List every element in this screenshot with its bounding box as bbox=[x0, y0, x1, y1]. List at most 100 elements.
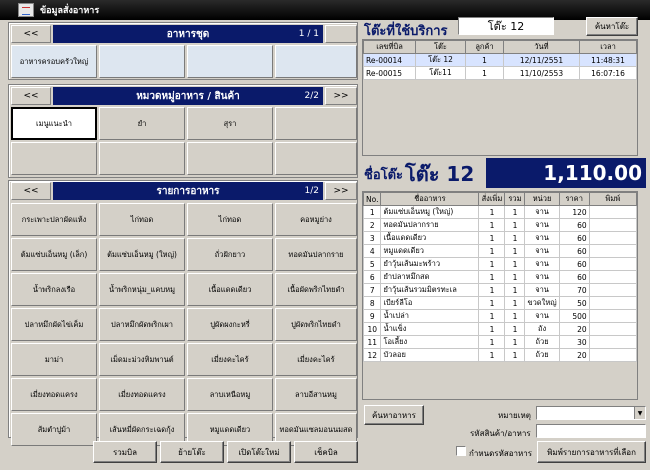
set-menu-item[interactable] bbox=[275, 45, 357, 78]
order-cell bbox=[588, 244, 638, 258]
food-item-button[interactable]: คอหมูย่าง bbox=[275, 203, 357, 236]
food-item-button[interactable]: ต้มแซ่บเอ็นหมู (เล็ก) bbox=[11, 238, 97, 271]
order-row[interactable]: 2 ทอดมันปลากราย 1 1 จาน 60 bbox=[362, 218, 638, 232]
order-row[interactable]: 10 น้ำแข็ง 1 1 ถัง 20 bbox=[362, 322, 638, 336]
category-item[interactable] bbox=[275, 142, 357, 175]
table-search-input[interactable]: โต๊ะ 12 bbox=[458, 17, 554, 35]
food-item-button[interactable]: ทอดมันปลากราย bbox=[275, 238, 357, 271]
search-food-button[interactable]: ค้นหาอาหาร bbox=[364, 405, 424, 425]
move-table-button[interactable]: ย้ายโต๊ะ bbox=[160, 441, 224, 463]
food-item-button[interactable]: ถั่วฝักยาว bbox=[187, 238, 273, 271]
order-row[interactable]: 5 ยำวุ้นเส้นมะพร้าว 1 1 จาน 60 bbox=[362, 257, 638, 271]
order-row[interactable]: 1 ต้มแซ่บเอ็นหมู (ใหญ่) 1 1 จาน 120 bbox=[362, 205, 638, 219]
order-row[interactable]: 7 ยำวุ้นเส้นรวมมิตรทะเล 1 1 จาน 70 bbox=[362, 283, 638, 297]
order-table: No. ชื่ออาหาร สั่งเพิ่ม รวม หน่วย ราคา พ… bbox=[362, 192, 638, 362]
col-price[interactable]: ราคา bbox=[558, 192, 590, 206]
category-next-button[interactable]: >> bbox=[325, 87, 357, 105]
order-cell: 1 bbox=[504, 348, 526, 362]
order-row[interactable]: 8 เบียร์ลีโอ 1 1 ขวดใหญ่ 50 bbox=[362, 296, 638, 310]
order-row[interactable]: 6 ยำปลาหมึกสด 1 1 จาน 60 bbox=[362, 270, 638, 284]
set-menu-next-button[interactable] bbox=[325, 25, 357, 43]
food-item-button[interactable]: กระเพาะปลาผัดแห้ง bbox=[11, 203, 97, 236]
code-input[interactable] bbox=[536, 424, 646, 438]
col-table[interactable]: โต๊ะ bbox=[415, 40, 466, 54]
food-item-button[interactable]: น้ำพริกลงเรือ bbox=[11, 273, 97, 306]
open-table-button[interactable]: เปิดโต๊ะใหม่ bbox=[227, 441, 291, 463]
category-item[interactable]: ยำ bbox=[99, 107, 185, 140]
merge-bill-button[interactable]: รวมบิล bbox=[93, 441, 157, 463]
food-item-button[interactable]: ส้มตำปูม้า bbox=[11, 413, 97, 446]
table-row[interactable]: Re-00014 โต๊ะ 12 1 12/11/2551 11:48:31 bbox=[363, 53, 637, 67]
cell: 11/10/2553 bbox=[503, 66, 580, 80]
category-item[interactable]: สุรา bbox=[187, 107, 273, 140]
print-selected-button[interactable]: พิมพ์รายการอาหารที่เลือก bbox=[537, 441, 646, 463]
order-cell: 3 bbox=[362, 231, 382, 245]
chevron-down-icon[interactable]: ▼ bbox=[634, 407, 645, 419]
note-select[interactable]: ▼ bbox=[536, 406, 646, 420]
category-item[interactable]: เมนูแนะนำ bbox=[11, 107, 97, 140]
order-cell bbox=[588, 335, 638, 349]
order-row[interactable]: 3 เนื้อแดดเดียว 1 1 จาน 60 bbox=[362, 231, 638, 245]
food-item-button[interactable]: ปูผัดพริกไทยดำ bbox=[275, 308, 357, 341]
order-cell: ขวดใหญ่ bbox=[524, 296, 560, 310]
set-menu-item[interactable]: อาหารครอบครัวใหญ่ bbox=[11, 45, 97, 78]
col-food-name[interactable]: ชื่ออาหาร bbox=[380, 192, 480, 206]
food-item-button[interactable]: น้ำพริกหนุ่ม_แคบหมู bbox=[99, 273, 185, 306]
order-cell: จาน bbox=[524, 257, 560, 271]
col-add-qty[interactable]: สั่งเพิ่ม bbox=[478, 192, 506, 206]
search-table-button[interactable]: ค้นหาโต๊ะ bbox=[586, 17, 638, 36]
cell: 1 bbox=[465, 66, 504, 80]
food-item-button[interactable]: ปลาหมึกผัดไข่เค็ม bbox=[11, 308, 97, 341]
food-item-button[interactable]: เนื้อผัดพริกไทยดำ bbox=[275, 273, 357, 306]
order-cell: 60 bbox=[558, 257, 590, 271]
set-menu-prev-button[interactable]: << bbox=[11, 25, 51, 43]
code-label: รหัสสินค้า/อาหาร bbox=[470, 429, 531, 438]
order-body: 1 ต้มแซ่บเอ็นหมู (ใหญ่) 1 1 จาน 120 2 ทอดมันปลา… bbox=[362, 205, 638, 362]
category-prev-button[interactable]: << bbox=[11, 87, 51, 105]
food-item-button[interactable]: เมี่ยงทอดแครง bbox=[11, 378, 97, 411]
set-menu-title: อาหารชุด bbox=[166, 28, 210, 40]
food-item-button[interactable]: ต้มแซ่บเอ็นหมู (ใหญ่) bbox=[99, 238, 185, 271]
table-row[interactable]: Re-00015 โต๊ะ11 1 11/10/2553 16:07:16 bbox=[363, 66, 637, 80]
food-list-panel: << รายการอาหาร 1/2 >> กระเพาะปลาผัดแห้งไ… bbox=[8, 180, 358, 446]
col-total-qty[interactable]: รวม bbox=[504, 192, 526, 206]
col-print[interactable]: พิมพ์ bbox=[588, 192, 638, 206]
order-row[interactable]: 9 น้ำเปล่า 1 1 จาน 500 bbox=[362, 309, 638, 323]
col-time[interactable]: เวลา bbox=[579, 40, 637, 54]
food-item-button[interactable]: เมี่ยงคะไคร้ bbox=[275, 343, 357, 376]
food-item-button[interactable]: เมี่ยงทอดแครง bbox=[99, 378, 185, 411]
order-cell: 1 bbox=[478, 244, 506, 258]
define-code-checkbox[interactable] bbox=[456, 446, 466, 456]
food-item-button[interactable]: ปลาหมึกผัดพริกเผา bbox=[99, 308, 185, 341]
set-menu-item[interactable] bbox=[99, 45, 185, 78]
order-row[interactable]: 4 หมูแดดเดียว 1 1 จาน 60 bbox=[362, 244, 638, 258]
col-unit[interactable]: หน่วย bbox=[524, 192, 560, 206]
food-item-button[interactable]: มาม่า bbox=[11, 343, 97, 376]
order-cell: 1 bbox=[478, 348, 506, 362]
col-no[interactable]: No. bbox=[362, 192, 382, 206]
food-item-button[interactable]: ปูผัดผงกะหรี่ bbox=[187, 308, 273, 341]
order-row[interactable]: 11 โอเลี้ยง 1 1 ถ้วย 30 bbox=[362, 335, 638, 349]
order-row[interactable]: 12 บัวลอย 1 1 ถ้วย 20 bbox=[362, 348, 638, 362]
category-item[interactable] bbox=[99, 142, 185, 175]
food-item-button[interactable]: ไก่ทอด bbox=[99, 203, 185, 236]
set-menu-item[interactable] bbox=[187, 45, 273, 78]
order-cell bbox=[588, 231, 638, 245]
food-list-prev-button[interactable]: << bbox=[11, 182, 51, 200]
check-bill-button[interactable]: เช็คบิล bbox=[294, 441, 358, 463]
food-item-button[interactable]: เม็ดมะม่วงหิมพานต์ bbox=[99, 343, 185, 376]
category-item[interactable] bbox=[275, 107, 357, 140]
food-item-button[interactable]: เมี่ยงคะไคร้ bbox=[187, 343, 273, 376]
order-cell: บัวลอย bbox=[380, 348, 480, 362]
food-item-button[interactable]: ไก่ทอด bbox=[187, 203, 273, 236]
category-item[interactable] bbox=[11, 142, 97, 175]
set-menu-page: 1 / 1 bbox=[298, 29, 319, 39]
col-date[interactable]: วันที่ bbox=[503, 40, 580, 54]
food-list-next-button[interactable]: >> bbox=[325, 182, 357, 200]
food-item-button[interactable]: เนื้อแดดเดียว bbox=[187, 273, 273, 306]
col-bill-no[interactable]: เลขที่บิล bbox=[363, 40, 416, 54]
col-customer[interactable]: ลูกค้า bbox=[465, 40, 504, 54]
food-item-button[interactable]: ลาบอีสานหมู bbox=[275, 378, 357, 411]
category-item[interactable] bbox=[187, 142, 273, 175]
food-item-button[interactable]: ลาบเหนือหมู bbox=[187, 378, 273, 411]
